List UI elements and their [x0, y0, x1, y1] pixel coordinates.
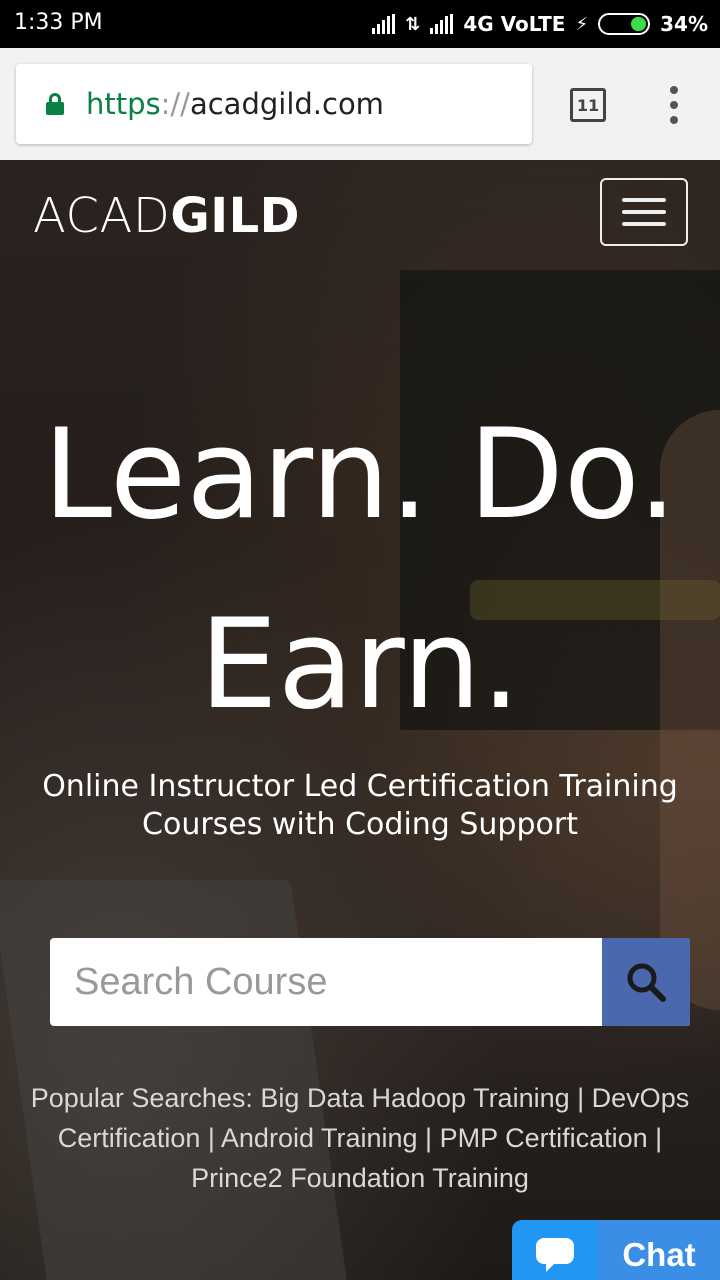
url-separator: :// — [160, 87, 190, 121]
popular-link-prince2[interactable]: Prince2 Foundation Training — [191, 1163, 529, 1193]
popular-separator: | — [655, 1123, 663, 1153]
status-bar: 1:33 PM ⇅ 4G VoLTE ⚡ 34% — [0, 0, 720, 48]
course-search — [50, 938, 690, 1026]
popular-link-hadoop[interactable]: Big Data Hadoop Training — [260, 1083, 569, 1113]
popular-separator: | — [577, 1083, 585, 1113]
signal-icon — [430, 14, 454, 34]
site-logo[interactable]: ACADGILD — [33, 188, 300, 244]
hamburger-menu-button[interactable] — [600, 178, 688, 246]
address-bar[interactable]: https://acadgild.com — [16, 64, 532, 144]
battery-percent: 34% — [660, 12, 708, 36]
popular-separator: | — [207, 1123, 215, 1153]
status-icons: ⇅ 4G VoLTE ⚡ 34% — [372, 10, 708, 38]
status-time: 1:33 PM — [14, 10, 103, 35]
subtitle-line-2: Courses with Coding Support — [142, 807, 578, 842]
popular-link-android[interactable]: Android Training — [221, 1123, 418, 1153]
search-input[interactable] — [50, 938, 602, 1026]
charging-icon: ⚡ — [575, 13, 589, 35]
subtitle-line-1: Online Instructor Led Certification Trai… — [42, 769, 678, 804]
popular-separator: | — [425, 1123, 433, 1153]
hero-section: ACADGILD Learn. Do. Earn. Online Instruc… — [0, 160, 720, 1280]
popular-searches: Popular Searches: Big Data Hadoop Traini… — [20, 1078, 700, 1198]
url-host: acadgild.com — [189, 87, 384, 121]
chat-bubble-icon — [512, 1220, 598, 1280]
url-scheme: https — [86, 87, 161, 121]
hero-headline: Learn. Do. Earn. — [0, 380, 720, 760]
headline-line-2: Earn. — [199, 593, 521, 737]
data-arrows-icon: ⇅ — [405, 13, 421, 35]
browser-menu-icon[interactable] — [664, 86, 684, 124]
network-label: 4G VoLTE — [463, 12, 566, 36]
battery-icon — [598, 13, 651, 35]
signal-icon — [372, 14, 396, 34]
search-icon — [627, 963, 666, 1002]
browser-toolbar: https://acadgild.com 11 — [0, 48, 720, 160]
logo-light: ACAD — [33, 188, 171, 244]
search-button[interactable] — [602, 938, 690, 1026]
hero-subtitle: Online Instructor Led Certification Trai… — [20, 768, 700, 844]
popular-searches-label: Popular Searches: — [30, 1083, 253, 1113]
logo-bold: GILD — [170, 188, 300, 244]
tab-switcher-button[interactable]: 11 — [570, 88, 606, 122]
headline-line-1: Learn. Do. — [43, 403, 677, 547]
chat-label: Chat — [598, 1220, 720, 1280]
popular-link-pmp[interactable]: PMP Certification — [440, 1123, 648, 1153]
url-text: https://acadgild.com — [86, 87, 384, 121]
lock-icon — [46, 93, 64, 115]
chat-button[interactable]: Chat — [512, 1220, 720, 1280]
